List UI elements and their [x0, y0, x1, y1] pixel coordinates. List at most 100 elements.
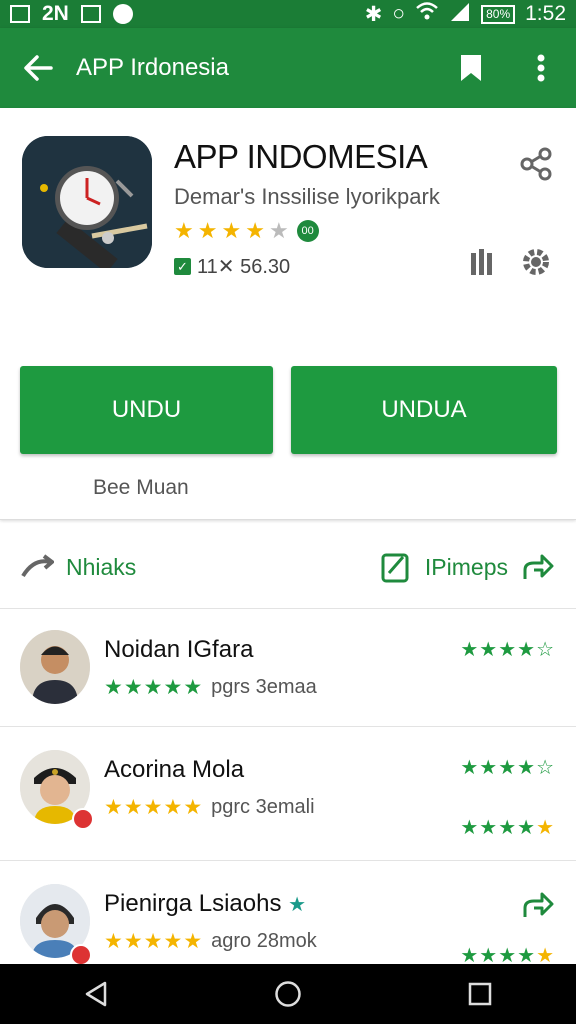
star-icon: ★ [536, 945, 554, 967]
section-right-label: IPimeps [424, 553, 508, 580]
star-icon: ★ [123, 676, 143, 699]
section-left-link[interactable]: Nhiaks [20, 554, 136, 581]
star-outline-icon: ☆ [536, 757, 554, 779]
square-recents-icon [468, 982, 492, 1006]
app-icon [22, 136, 152, 268]
app-downloads: ✓ 11✕ 56.30 [174, 254, 290, 279]
app-name: APP INDOMESIA [174, 138, 428, 175]
star-icon: ★ [498, 817, 517, 839]
review-stars: ★ ★ ★ ★ ★ pgrc 3emali [104, 796, 315, 819]
check-icon: ✓ [174, 258, 191, 275]
review-side-stars: ★ ★ ★ ★ ☆ [460, 758, 554, 778]
nav-home-button[interactable] [258, 964, 318, 1024]
review-side-stars: ★ ★ ★ ★ ☆ [460, 640, 554, 660]
star-icon: ★ [517, 817, 536, 839]
more-vert-icon [537, 54, 545, 82]
chat-notification-icon [112, 4, 133, 24]
image-notification-icon [80, 5, 101, 23]
status-bar: 2N ✱ ○ 80% 1:52 [0, 0, 576, 28]
more-options-button[interactable] [506, 28, 576, 108]
circle-home-icon [275, 981, 301, 1007]
review-meta: pgrc 3emali [211, 796, 315, 818]
star-icon: ★ [183, 796, 203, 819]
share-review-button[interactable] [522, 890, 554, 925]
gear-icon [523, 249, 549, 275]
star-icon: ★ [460, 639, 479, 661]
star-icon: ★ [479, 945, 498, 967]
review-side-stars-bottom: ★ ★ ★ ★ ★ [460, 818, 554, 838]
star-icon: ★ [104, 930, 123, 953]
share-arrow-icon [523, 892, 554, 917]
star-icon: ★ [197, 218, 218, 243]
star-icon: ★ [163, 930, 183, 953]
system-nav-bar [0, 964, 576, 1024]
star-icon: ★ [517, 945, 536, 967]
review-stars: ★ ★ ★ ★ ★ pgrs 3emaa [104, 676, 317, 699]
wifi-icon [415, 1, 439, 27]
reviewer-badge [70, 944, 92, 966]
reviews-section-header: Nhiaks IPimeps [0, 536, 576, 598]
app-details-card: APP INDOMESIA Demar's Inssilise lyorikpa… [0, 108, 576, 520]
review-meta: agro 28mok [211, 930, 317, 952]
star-icon: ★ [498, 639, 517, 661]
signal-icon [449, 1, 471, 27]
verified-star-icon: ★ [288, 894, 307, 916]
star-icon: ★ [479, 757, 498, 779]
bookmark-button[interactable] [436, 28, 506, 108]
star-icon: ★ [460, 817, 479, 839]
star-empty-icon: ★ [268, 218, 289, 243]
bookmark-icon [461, 55, 481, 81]
review-side-stars-bottom: ★ ★ ★ ★ ★ [460, 946, 554, 966]
avatar [20, 630, 90, 704]
status-time: 1:52 [525, 2, 566, 25]
star-outline-icon: ☆ [536, 639, 554, 661]
reviewer-name-row: Pienirga Lsiaohs ★ [104, 890, 306, 918]
star-icon: ★ [183, 676, 203, 699]
alarm-icon: ○ [392, 2, 406, 25]
star-icon: ★ [221, 218, 242, 243]
star-icon: ★ [245, 218, 265, 243]
app-bar-title: APP Irdonesia [76, 54, 229, 81]
trend-arrow-icon [21, 554, 54, 578]
nav-recents-button[interactable] [450, 964, 510, 1024]
app-rating: ★ ★ ★ ★ ★ 00 [174, 220, 319, 242]
star-icon: ★ [460, 945, 479, 967]
app-developer[interactable]: Demar's Inssilise lyorikpark [174, 184, 440, 210]
bars-icon [471, 249, 492, 275]
review-meta: pgrs 3emaa [211, 676, 317, 698]
reviewer-name: Pienirga Lsiaohs [104, 890, 282, 917]
star-icon: ★ [460, 757, 479, 779]
star-icon: ★ [143, 796, 163, 819]
clock-tool-icon [22, 136, 152, 268]
star-icon: ★ [479, 817, 498, 839]
reviewer-badge [72, 808, 94, 830]
triangle-back-icon [85, 981, 107, 1007]
star-icon: ★ [536, 817, 554, 839]
star-icon: ★ [143, 676, 163, 699]
nav-back-button[interactable] [66, 964, 126, 1024]
section-right-link[interactable]: IPimeps [381, 551, 554, 583]
reviewer-name: Noidan IGfara [104, 636, 254, 663]
star-icon: ★ [517, 639, 536, 661]
section-left-label: Nhiaks [66, 553, 137, 580]
status-left-text: 2N [42, 2, 69, 25]
bluetooth-icon: ✱ [364, 2, 383, 26]
permissions-button[interactable] [462, 242, 502, 282]
star-icon: ★ [479, 639, 498, 661]
star-icon: ★ [104, 796, 123, 819]
edit-icon [381, 553, 409, 583]
review-item[interactable]: Acorina Mola ★ ★ ★ ★ ★ pgrc 3emali ★ ★ ★… [0, 730, 576, 860]
review-item[interactable]: Noidan IGfara ★ ★ ★ ★ ★ pgrs 3emaa ★ ★ ★… [0, 612, 576, 742]
divider [0, 860, 576, 861]
star-icon: ★ [174, 218, 194, 243]
settings-button[interactable] [516, 242, 556, 282]
battery-indicator: 80% [481, 4, 516, 24]
back-arrow-icon [24, 55, 53, 81]
back-button[interactable] [0, 28, 76, 108]
share-button[interactable] [516, 144, 556, 184]
open-button[interactable]: UNDUA [291, 366, 557, 454]
divider [0, 726, 576, 727]
install-button[interactable]: UNDU [20, 366, 273, 454]
see-more-link[interactable]: Bee Muan [93, 476, 189, 500]
age-rating-badge: 00 [296, 220, 319, 242]
